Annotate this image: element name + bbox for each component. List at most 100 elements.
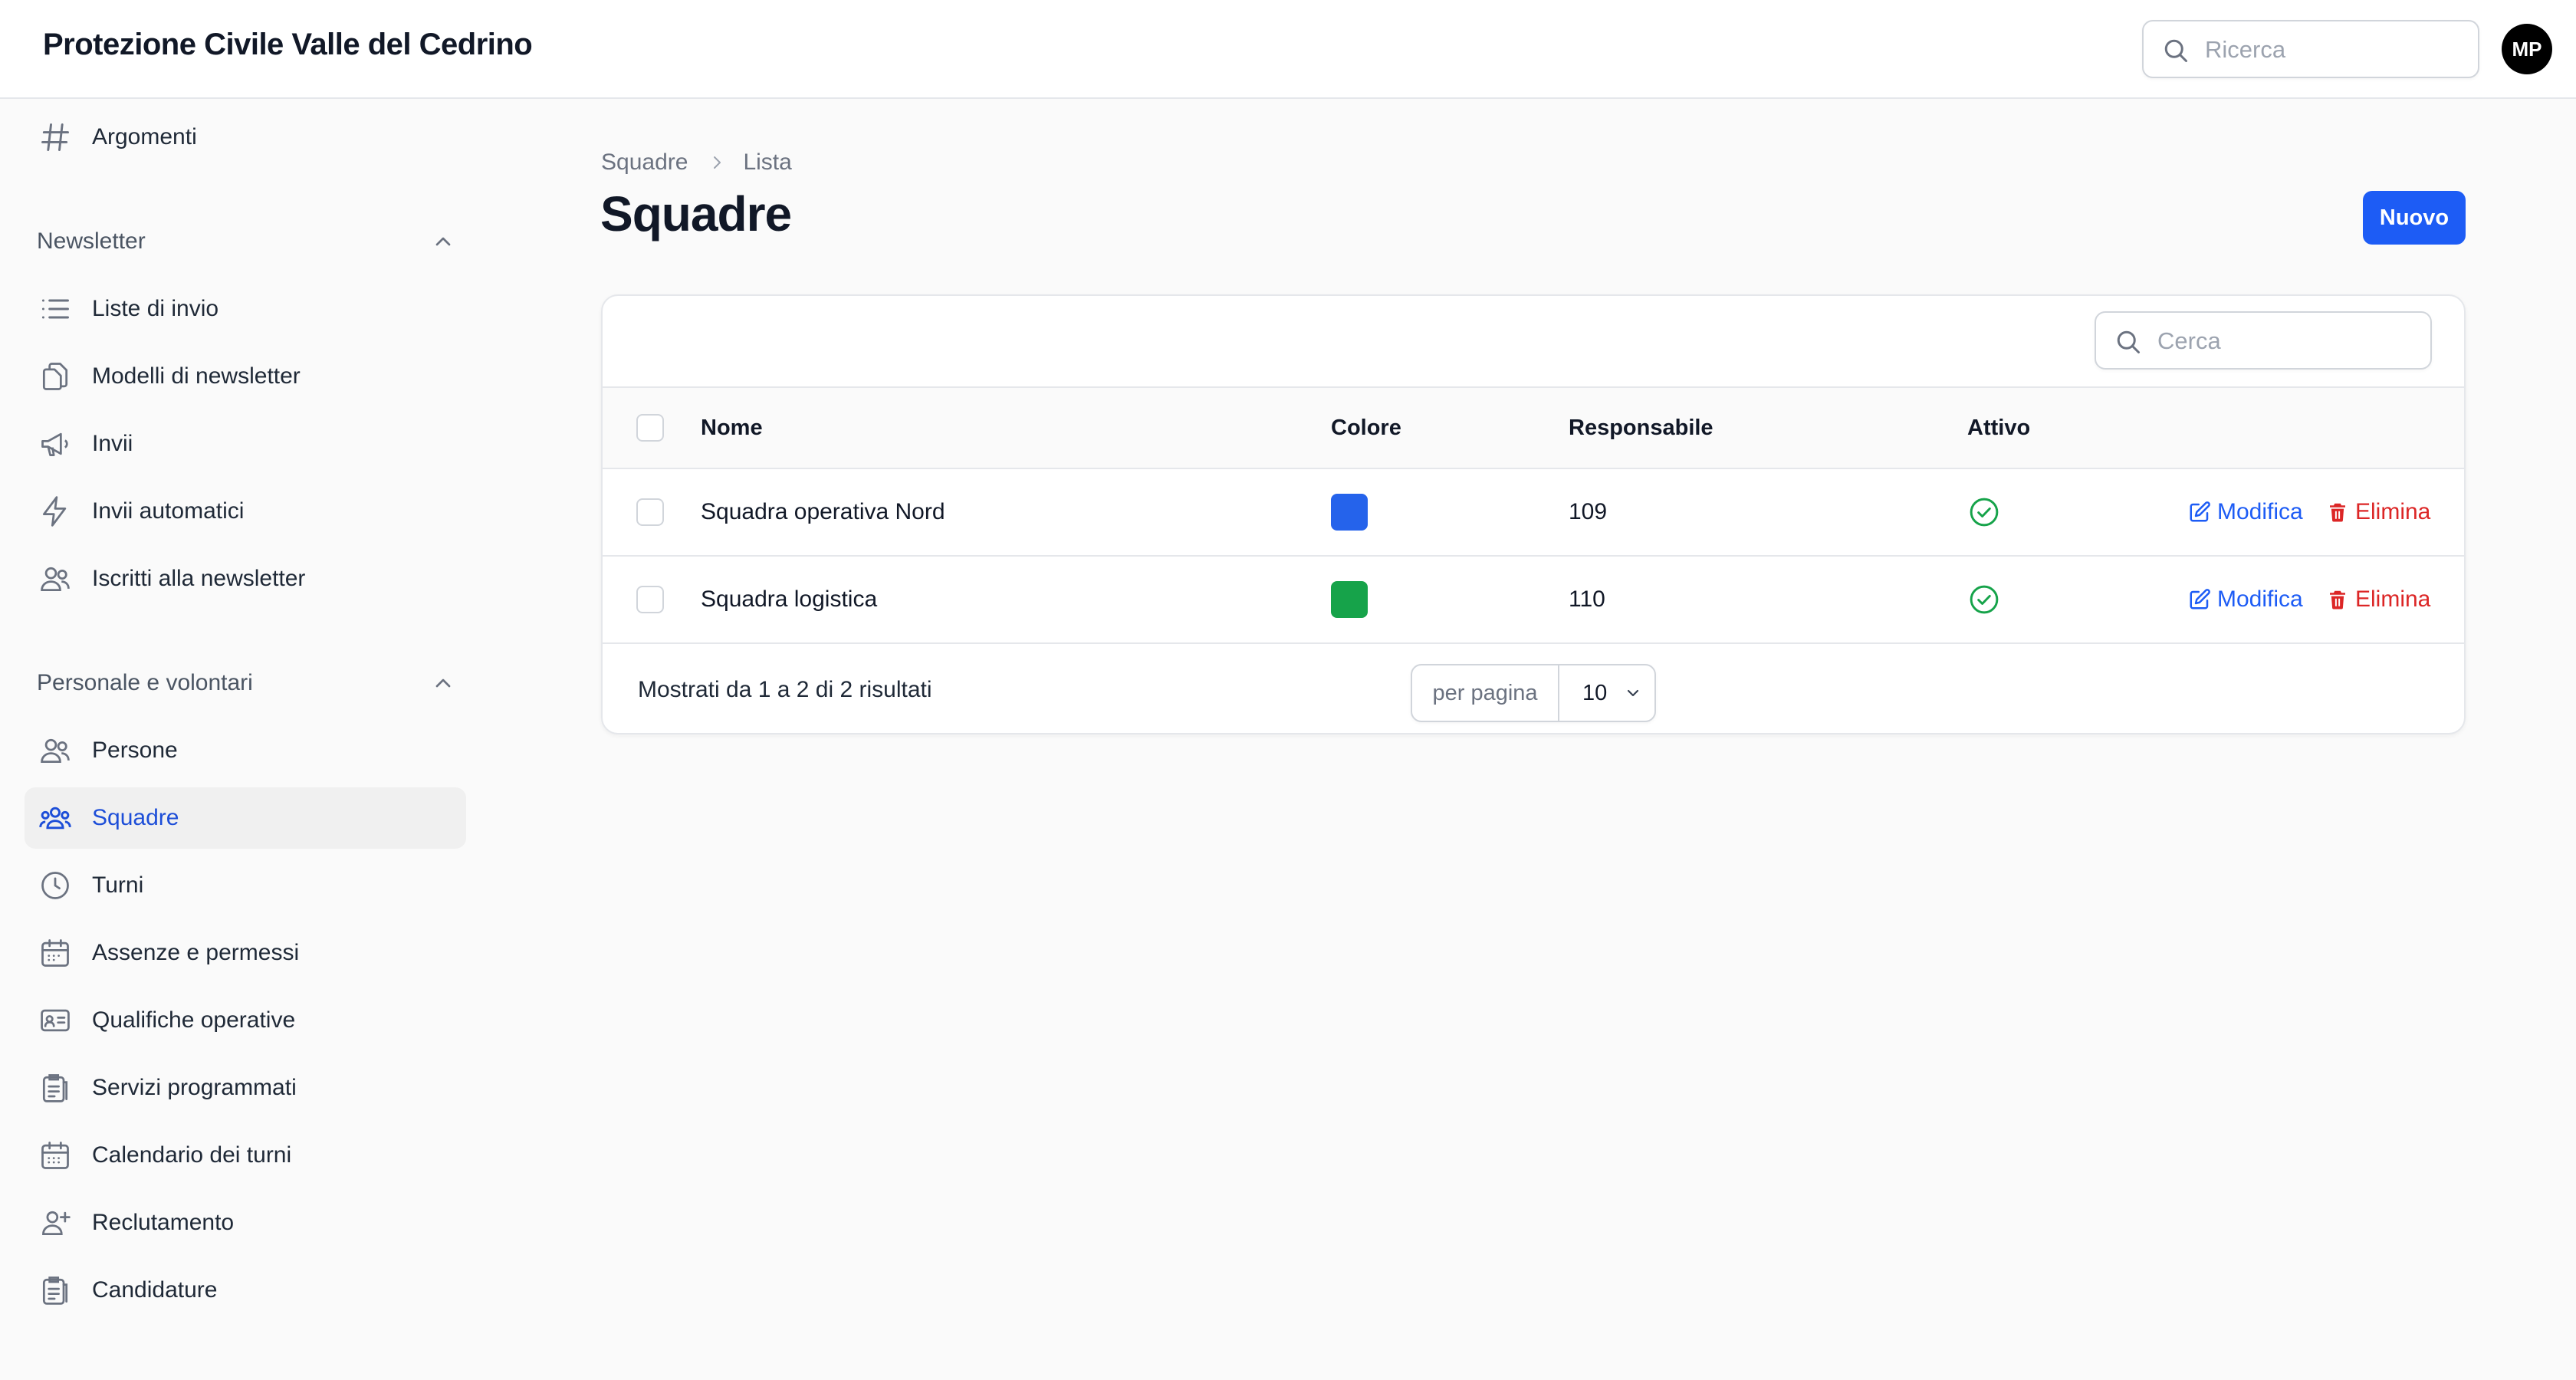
sidebar-item-label: Argomenti bbox=[92, 124, 197, 150]
check-circle-icon bbox=[1970, 498, 1999, 527]
sidebar-item-turni[interactable]: Turni bbox=[25, 855, 466, 916]
group-label: Newsletter bbox=[37, 228, 146, 254]
clipboard-icon bbox=[42, 1074, 68, 1102]
trash-icon bbox=[2330, 590, 2345, 610]
sidebar-item-persone[interactable]: Persone bbox=[25, 720, 466, 781]
sidebar-item-label: Invii automatici bbox=[92, 498, 245, 524]
select-all-checkbox[interactable] bbox=[636, 414, 664, 442]
per-page-label: per pagina bbox=[1412, 665, 1559, 721]
page-title: Squadre bbox=[600, 186, 792, 242]
users-icon bbox=[41, 738, 70, 764]
calendar-icon bbox=[41, 939, 69, 967]
breadcrumb: Squadre Lista bbox=[601, 146, 792, 179]
bolt-icon bbox=[42, 496, 67, 527]
group-label: Personale e volontari bbox=[37, 670, 253, 695]
sidebar-item-iscritti[interactable]: Iscritti alla newsletter bbox=[25, 548, 466, 610]
table-row[interactable]: Squadra logistica 110 Modifica Elimina bbox=[603, 557, 2464, 644]
edit-action[interactable]: Modifica bbox=[2188, 469, 2303, 555]
table-row[interactable]: Squadra operativa Nord 109 Modifica Elim… bbox=[603, 469, 2464, 557]
edit-label: Modifica bbox=[2217, 586, 2303, 612]
cell-nome: Squadra logistica bbox=[701, 586, 878, 612]
app-title[interactable]: Protezione Civile Valle del Cedrino bbox=[43, 28, 533, 62]
clock-icon bbox=[41, 872, 69, 899]
sidebar-item-candidature[interactable]: Candidature bbox=[25, 1260, 466, 1321]
cell-responsabile: 110 bbox=[1569, 586, 1605, 612]
table-search[interactable] bbox=[2095, 311, 2432, 370]
column-header-attivo[interactable]: Attivo bbox=[1967, 388, 2030, 468]
sidebar-item-invii-automatici[interactable]: Invii automatici bbox=[25, 481, 466, 542]
sidebar-item-label: Servizi programmati bbox=[92, 1075, 297, 1100]
sidebar-item-label: Candidature bbox=[92, 1277, 218, 1303]
id-card-icon bbox=[41, 1009, 70, 1032]
user-plus-icon bbox=[42, 1211, 71, 1236]
sidebar-item-label: Qualifiche operative bbox=[92, 1007, 296, 1033]
trash-icon bbox=[2330, 503, 2345, 522]
table-footer: Mostrati da 1 a 2 di 2 risultati per pag… bbox=[603, 646, 2464, 733]
cell-nome: Squadra operativa Nord bbox=[701, 499, 945, 524]
calendar-days-icon bbox=[41, 1142, 69, 1169]
global-search[interactable] bbox=[2142, 20, 2479, 78]
sidebar-item-modelli[interactable]: Modelli di newsletter bbox=[25, 346, 466, 407]
edit-icon bbox=[2190, 589, 2210, 610]
sidebar-item-liste-di-invio[interactable]: Liste di invio bbox=[25, 278, 466, 340]
delete-label: Elimina bbox=[2355, 586, 2431, 612]
results-summary: Mostrati da 1 a 2 di 2 risultati bbox=[638, 677, 932, 702]
sidebar-item-argomenti[interactable]: Argomenti bbox=[25, 107, 466, 168]
chevron-right-icon bbox=[714, 156, 721, 169]
sidebar-item-qualifiche[interactable]: Qualifiche operative bbox=[25, 990, 466, 1051]
hashtag-icon bbox=[41, 123, 69, 151]
edit-action[interactable]: Modifica bbox=[2188, 557, 2303, 642]
sidebar-item-label: Calendario dei turni bbox=[92, 1142, 292, 1168]
sidebar-item-label: Squadre bbox=[92, 805, 179, 830]
table-search-input[interactable] bbox=[2157, 324, 2418, 359]
sidebar: Argomenti Newsletter Liste di invio Mode… bbox=[0, 100, 491, 1380]
cell-responsabile: 109 bbox=[1569, 499, 1608, 524]
sidebar-item-calendario[interactable]: Calendario dei turni bbox=[25, 1125, 466, 1186]
column-header-colore[interactable]: Colore bbox=[1331, 388, 1401, 468]
chevron-up-icon bbox=[435, 678, 451, 688]
clipboard-list-icon bbox=[42, 1276, 68, 1305]
new-button[interactable]: Nuovo bbox=[2363, 191, 2466, 245]
sidebar-item-squadre[interactable]: Squadre bbox=[25, 787, 466, 849]
chevron-up-icon bbox=[435, 237, 451, 246]
per-page-value[interactable]: 10 bbox=[1582, 665, 1607, 721]
sidebar-item-label: Turni bbox=[92, 872, 144, 898]
delete-action[interactable]: Elimina bbox=[2326, 557, 2430, 642]
sidebar-item-label: Modelli di newsletter bbox=[92, 363, 301, 389]
breadcrumb-item-lista: Lista bbox=[743, 150, 792, 175]
sidebar-item-reclutamento[interactable]: Reclutamento bbox=[25, 1192, 466, 1254]
sidebar-item-label: Reclutamento bbox=[92, 1210, 235, 1235]
documents-icon bbox=[42, 363, 68, 390]
megaphone-icon bbox=[41, 432, 68, 457]
edit-icon bbox=[2190, 501, 2210, 522]
chevron-down-icon bbox=[1627, 689, 1639, 697]
color-swatch bbox=[1331, 581, 1368, 618]
group-newsletter[interactable]: Newsletter bbox=[37, 219, 455, 264]
sidebar-item-label: Invii bbox=[92, 431, 133, 456]
column-header-nome[interactable]: Nome bbox=[701, 388, 763, 468]
breadcrumb-item-squadre[interactable]: Squadre bbox=[601, 150, 688, 176]
user-avatar[interactable]: MP bbox=[2502, 24, 2552, 74]
per-page-select[interactable]: per pagina 10 bbox=[1411, 664, 1656, 722]
row-checkbox[interactable] bbox=[636, 498, 664, 526]
table-header: Nome Colore Responsabile Attivo bbox=[603, 386, 2464, 469]
row-checkbox[interactable] bbox=[636, 586, 664, 613]
search-icon bbox=[2164, 39, 2187, 62]
column-header-responsabile[interactable]: Responsabile bbox=[1569, 388, 1714, 468]
search-icon bbox=[2117, 330, 2140, 353]
user-group-icon bbox=[39, 807, 71, 830]
edit-label: Modifica bbox=[2217, 499, 2303, 524]
sidebar-item-invii[interactable]: Invii bbox=[25, 413, 466, 475]
list-icon bbox=[41, 299, 69, 319]
group-personale[interactable]: Personale e volontari bbox=[37, 660, 455, 706]
sidebar-item-label: Iscritti alla newsletter bbox=[92, 566, 306, 591]
global-search-input[interactable] bbox=[2205, 32, 2466, 67]
top-bar: Protezione Civile Valle del Cedrino MP bbox=[0, 0, 2576, 99]
delete-action[interactable]: Elimina bbox=[2326, 469, 2430, 555]
sidebar-item-servizi[interactable]: Servizi programmati bbox=[25, 1057, 466, 1119]
sidebar-item-label: Assenze e permessi bbox=[92, 940, 300, 965]
color-swatch bbox=[1331, 494, 1368, 531]
sidebar-item-label: Liste di invio bbox=[92, 296, 219, 321]
sidebar-item-assenze[interactable]: Assenze e permessi bbox=[25, 922, 466, 984]
table-card: Nome Colore Responsabile Attivo Squadra … bbox=[601, 294, 2466, 734]
